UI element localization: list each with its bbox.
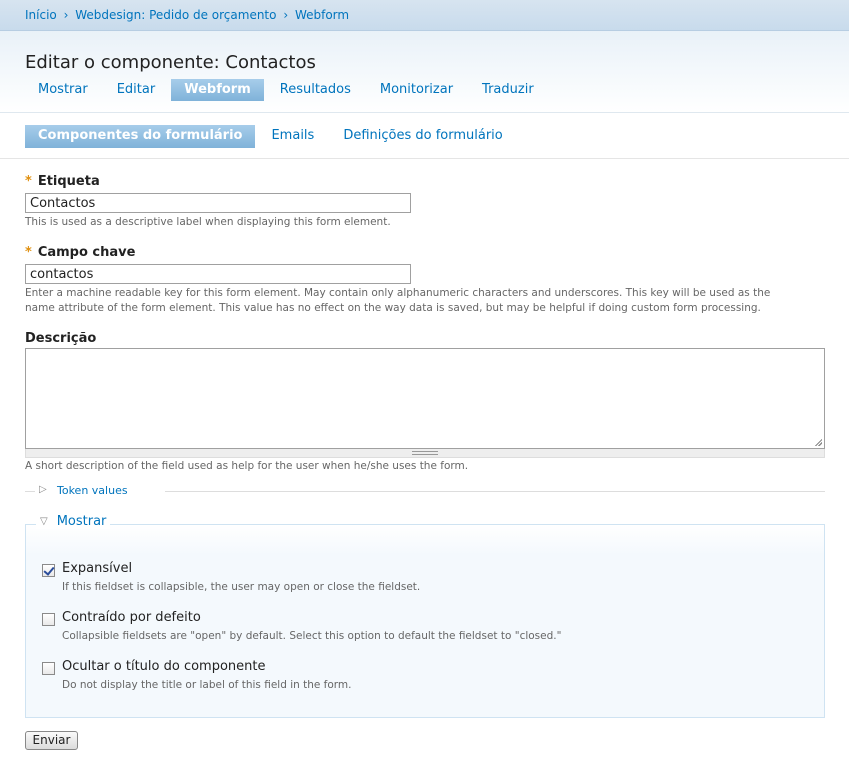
breadcrumb-link-webdesign[interactable]: Webdesign: Pedido de orçamento — [75, 8, 276, 22]
tab-traduzir[interactable]: Traduzir — [469, 79, 547, 101]
tab-componentes-do-formulario[interactable]: Componentes do formulário — [25, 125, 256, 148]
contraido-label[interactable]: Contraído por defeito — [62, 610, 201, 625]
triangle-down-icon[interactable]: ▽ — [40, 516, 48, 527]
breadcrumb-link-webform[interactable]: Webform — [295, 8, 349, 22]
tab-resultados[interactable]: Resultados — [267, 79, 364, 101]
required-marker: * — [25, 174, 32, 189]
page-title: Editar o componente: Contactos — [25, 52, 316, 73]
expansivel-checkbox[interactable] — [42, 564, 55, 577]
tab-editar[interactable]: Editar — [104, 79, 169, 101]
ocultar-titulo-label[interactable]: Ocultar o título do componente — [62, 659, 265, 674]
descricao-textarea[interactable] — [25, 348, 825, 449]
textarea-resize-grip[interactable] — [25, 449, 825, 458]
campo-chave-label-text: Campo chave — [37, 245, 136, 260]
etiqueta-label-text: Etiqueta — [37, 174, 100, 189]
descricao-label: Descrição — [25, 331, 97, 346]
contraido-checkbox[interactable] — [42, 613, 55, 626]
token-values-link[interactable]: Token values — [57, 484, 128, 497]
tab-monitorizar[interactable]: Monitorizar — [367, 79, 466, 101]
etiqueta-label: * Etiqueta — [25, 174, 100, 189]
breadcrumb-link-inicio[interactable]: Início — [25, 8, 57, 22]
primary-tabs: Mostrar Editar Webform Resultados Monito… — [25, 79, 550, 101]
expansivel-label[interactable]: Expansível — [62, 561, 132, 576]
tab-mostrar[interactable]: Mostrar — [25, 79, 101, 101]
divider — [165, 491, 825, 492]
required-marker: * — [25, 245, 32, 260]
contraido-description: Collapsible fieldsets are "open" by defa… — [62, 630, 562, 642]
tab-definicoes-do-formulario[interactable]: Definições do formulário — [330, 125, 515, 148]
display-fieldset-title[interactable]: Mostrar — [57, 514, 107, 529]
secondary-tabs: Componentes do formulário Emails Definiç… — [0, 113, 849, 159]
enviar-button[interactable]: Enviar — [25, 731, 78, 750]
campo-chave-description-line2: name attribute of the form element. This… — [25, 302, 761, 314]
divider — [25, 491, 35, 492]
etiqueta-description: This is used as a descriptive label when… — [25, 216, 391, 228]
display-fieldset-legend[interactable]: ▽ Mostrar — [36, 514, 111, 529]
triangle-right-icon[interactable]: ▷ — [39, 484, 47, 495]
campo-chave-description-line1: Enter a machine readable key for this fo… — [25, 287, 771, 299]
breadcrumb-separator: › — [63, 8, 69, 22]
descricao-description: A short description of the field used as… — [25, 460, 469, 472]
campo-chave-label: * Campo chave — [25, 245, 135, 260]
grip-lines-icon — [412, 451, 438, 455]
expansivel-description: If this fieldset is collapsible, the use… — [62, 581, 421, 593]
tab-webform[interactable]: Webform — [171, 79, 264, 101]
page-header: Editar o componente: Contactos Mostrar E… — [0, 31, 849, 113]
etiqueta-input[interactable] — [25, 193, 411, 213]
ocultar-titulo-description: Do not display the title or label of thi… — [62, 679, 352, 691]
resize-corner-icon[interactable] — [814, 438, 822, 446]
campo-chave-input[interactable] — [25, 264, 411, 284]
token-values-fieldset[interactable]: ▷ Token values — [25, 484, 825, 498]
ocultar-titulo-checkbox[interactable] — [42, 662, 55, 675]
breadcrumb-separator: › — [283, 8, 289, 22]
tab-emails[interactable]: Emails — [258, 125, 327, 148]
breadcrumb: Início › Webdesign: Pedido de orçamento … — [0, 0, 849, 31]
